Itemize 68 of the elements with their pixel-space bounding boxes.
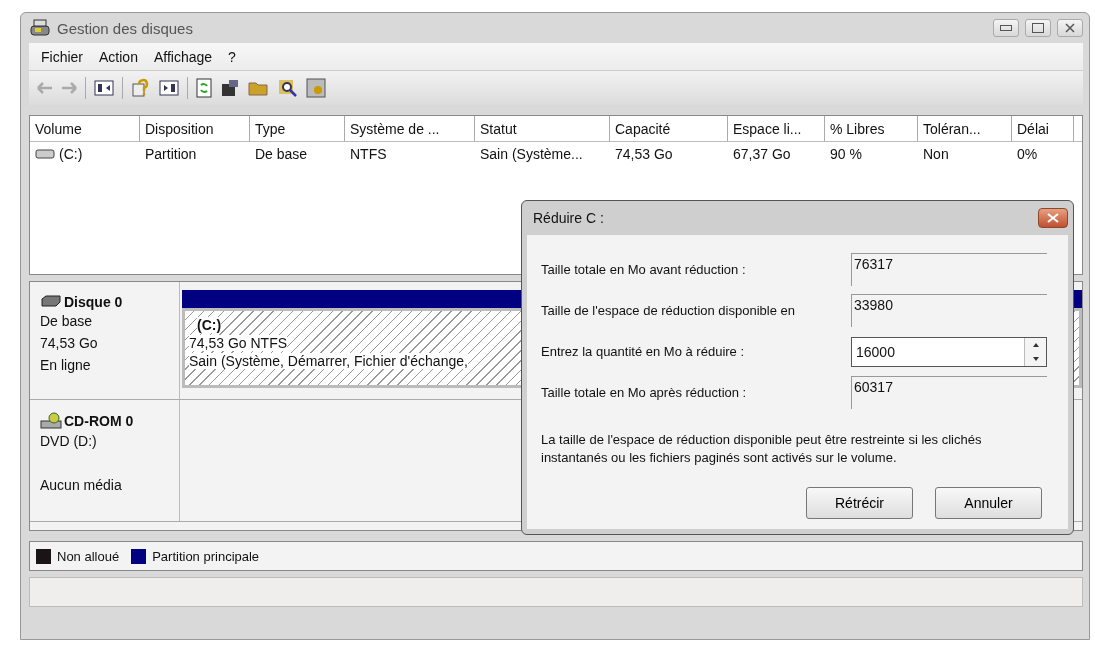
dialog-title: Réduire C : [533,210,604,226]
maximize-icon [1032,23,1044,33]
menu-item[interactable]: Action [93,48,144,65]
column-header[interactable]: Système de ... [345,116,475,141]
column-header[interactable]: Type [250,116,345,141]
table-cell-text: NTFS [349,146,388,162]
folder-icon[interactable] [248,79,270,97]
spin-up-button[interactable] [1025,337,1046,352]
down-arrow-icon [1032,356,1039,361]
spin-field[interactable]: 16000 [851,336,1047,367]
disk-management-icon [29,18,51,38]
readonly-field: 76317 [851,253,1047,286]
column-header[interactable]: Statut [475,116,610,141]
column-header[interactable]: Toléran... [918,116,1012,141]
table-cell-text: Non [922,146,950,162]
table-cell-text: 67,37 Go [732,146,792,162]
table-cell-text: 90 % [829,146,863,162]
menu-item[interactable]: ? [222,48,242,65]
note-text: La taille de l'espace de réduction disponible peut être restreinte si les clichés instantanés ou les fichiers paginés sont activés sur le volume. [541,431,983,467]
search-icon[interactable] [278,78,298,98]
refresh-document-icon[interactable] [196,78,212,98]
table-cell-text: Sain (Système... [479,146,584,162]
partition-size: 74,53 Go NTFS [189,335,288,351]
column-header[interactable]: Espace li... [728,116,825,141]
disk-info-text: DVD (D:) [40,432,98,451]
legend-label: Non alloué [57,548,120,564]
disk-info-text: En ligne [40,356,92,375]
shrink-button[interactable]: Rétrécir [806,487,913,519]
panel-icon[interactable] [94,80,114,96]
field-label: Entrez la quantité en Mo à réduire : [541,344,746,359]
column-header[interactable]: Disposition [140,116,250,141]
table-cell: (C:) [59,146,83,162]
table-cell-text: 74,53 Go [614,146,674,162]
menu-item[interactable]: Fichier [35,48,89,65]
field-label: Taille totale en Mo après réduction : [541,385,748,400]
disk-name: CD-ROM 0 [64,413,134,429]
close-button[interactable] [1057,19,1083,37]
legend-label: Partition principale [152,548,260,564]
column-header[interactable]: Volume [30,116,140,141]
table-cell-text: Partition [144,146,198,162]
cancel-button[interactable]: Annuler [935,487,1042,519]
minimize-button[interactable] [993,19,1019,37]
drive-icon [35,149,55,159]
field-label: Taille de l'espace de réduction disponible en [541,303,796,318]
table-cell-text: 0% [1016,146,1039,162]
partition-label: (C:) [197,317,222,333]
close-icon [1065,23,1075,33]
partition-status: Sain (Système, Démarrer, Fichier d'échange, [189,353,468,369]
column-header[interactable]: Capacité [610,116,728,141]
cd-drive-icon [40,412,62,430]
up-arrow-icon [1032,342,1039,347]
readonly-field: 60317 [851,376,1047,409]
disk-info-text: 74,53 Go [40,334,99,353]
disk-info-text: De base [40,312,94,331]
disk-name: Disque 0 [64,294,123,310]
close-icon [1047,213,1059,223]
window-title: Gestion des disques [57,19,194,37]
minimize-icon [1000,25,1012,31]
column-header[interactable]: % Libres [825,116,918,141]
menu-item[interactable]: Affichage [147,48,219,65]
field-label: Taille totale en Mo avant réduction : [541,262,747,277]
disk-info-text: Aucun média [40,476,123,495]
panel-icon[interactable] [159,80,179,96]
close-button[interactable] [1038,208,1068,228]
table-cell-text: De base [254,146,309,162]
maximize-button[interactable] [1025,19,1051,37]
column-header[interactable]: Délai [1012,116,1074,141]
readonly-field: 33980 [851,294,1047,327]
